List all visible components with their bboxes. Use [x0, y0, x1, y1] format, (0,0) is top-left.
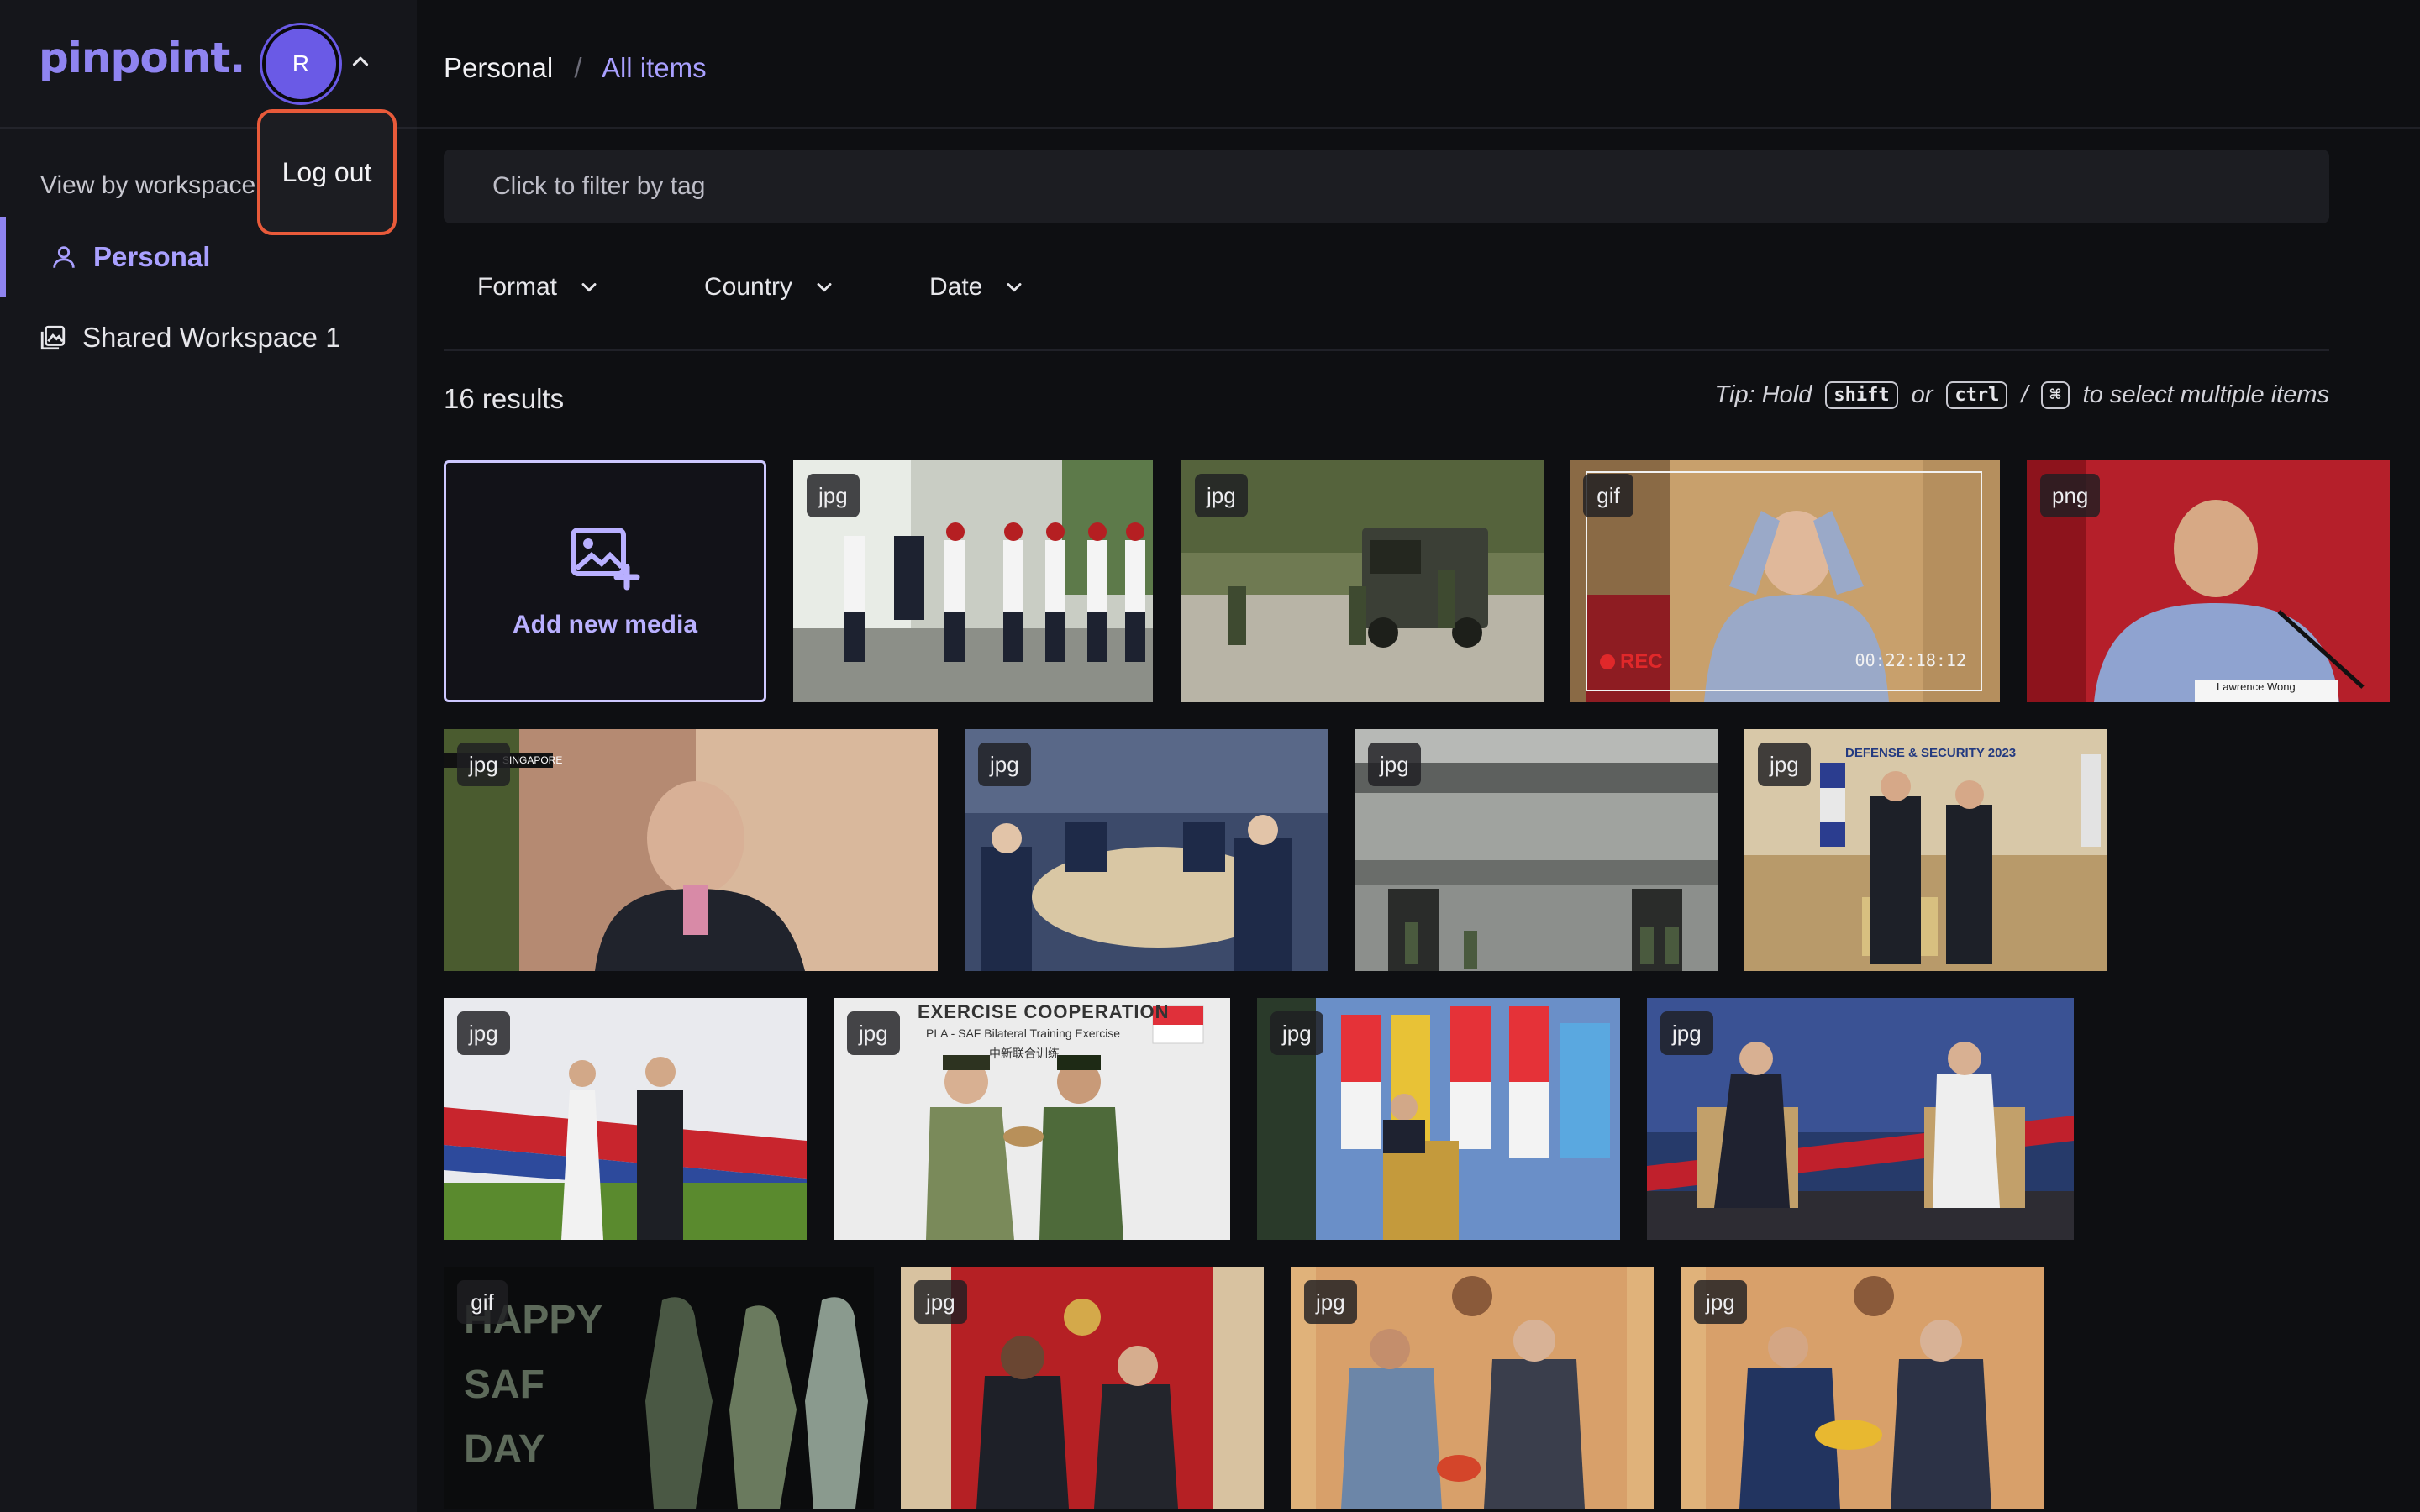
avatar-initial: R — [292, 50, 310, 76]
filter-label: Date — [929, 273, 983, 301]
format-badge: jpg — [978, 743, 1031, 786]
format-badge: jpg — [1270, 1011, 1323, 1055]
sidebar-item-label: Personal — [93, 241, 211, 272]
date-filter-dropdown[interactable]: Date — [929, 260, 1026, 314]
tip-slash: / — [2021, 381, 2028, 408]
overlay-subtitle: PLA - SAF Bilateral Training Exercise — [926, 1026, 1121, 1040]
media-tile[interactable]: DEFENSE & SECURITY 2023 jpg — [1744, 729, 2107, 971]
media-tile[interactable]: jpg — [1291, 1267, 1654, 1509]
ctrl-key: ctrl — [1946, 381, 2008, 409]
user-avatar[interactable]: R — [262, 25, 339, 102]
chevron-down-icon — [1007, 283, 1022, 292]
breadcrumb-separator: / — [574, 52, 582, 83]
media-tile[interactable]: EXERCISE COOPERATION PLA - SAF Bilateral… — [834, 998, 1230, 1240]
format-badge: jpg — [1368, 743, 1421, 786]
logout-menu-item[interactable]: Log out — [257, 109, 397, 235]
sidebar-item-shared-workspace[interactable]: Shared Workspace 1 — [0, 297, 417, 378]
format-badge: jpg — [847, 1011, 900, 1055]
filter-label: Country — [704, 273, 793, 301]
media-tile[interactable]: jpg — [1181, 460, 1544, 702]
shift-key: shift — [1825, 381, 1898, 409]
media-tile[interactable]: jpg — [793, 460, 1153, 702]
main-content: Personal / All items Click to filter by … — [417, 0, 2420, 1512]
format-badge: jpg — [457, 743, 510, 786]
media-tile[interactable]: jpg — [901, 1267, 1264, 1509]
media-tile[interactable]: REC 00:22:18:12 gif — [1570, 460, 2000, 702]
add-image-icon — [571, 528, 640, 591]
media-tile[interactable]: jpg — [1257, 998, 1620, 1240]
format-filter-dropdown[interactable]: Format — [477, 260, 601, 314]
overlay-title: EXERCISE COOPERATION — [918, 1001, 1170, 1022]
tag-filter-input[interactable]: Click to filter by tag — [444, 150, 2329, 223]
format-badge: jpg — [1694, 1280, 1747, 1324]
workspace-section-label: View by workspace — [40, 171, 256, 199]
user-icon — [53, 246, 75, 268]
breadcrumb: Personal / All items — [444, 52, 707, 84]
format-badge: jpg — [1660, 1011, 1713, 1055]
media-tile[interactable]: HAPPY SAF DAY gif — [444, 1267, 874, 1509]
format-badge: jpg — [1195, 474, 1248, 517]
gallery-icon — [40, 325, 66, 350]
filter-bar: Format Country Date — [444, 260, 2329, 314]
country-filter-dropdown[interactable]: Country — [704, 260, 836, 314]
media-tile[interactable]: SINGAPORE jpg — [444, 729, 938, 971]
media-tile[interactable]: Lawrence Wong png — [2027, 460, 2390, 702]
chevron-up-icon[interactable] — [348, 49, 373, 74]
nameplate-text: Lawrence Wong — [2217, 680, 2296, 693]
format-badge: png — [2040, 474, 2101, 517]
format-badge: jpg — [1304, 1280, 1357, 1324]
add-new-media-button[interactable]: Add new media — [444, 460, 766, 702]
page-header: Personal / All items — [417, 0, 2420, 129]
media-tile[interactable]: jpg — [444, 998, 807, 1240]
chevron-down-icon — [581, 283, 597, 292]
sidebar-item-label: Shared Workspace 1 — [82, 322, 341, 353]
overlay-chinese: 中新联合训练 — [989, 1047, 1060, 1060]
tip-prefix: Tip: Hold — [1714, 381, 1812, 408]
multiselect-tip: Tip: Hold shift or ctrl / ⌘ to select mu… — [1715, 381, 2329, 409]
media-tile[interactable]: jpg — [1355, 729, 1718, 971]
media-tile[interactable]: jpg — [965, 729, 1328, 971]
logout-label: Log out — [281, 156, 372, 187]
chevron-down-icon — [817, 283, 832, 292]
format-badge: jpg — [807, 474, 860, 517]
app-logo[interactable]: pinpoint. — [39, 34, 245, 82]
format-badge: jpg — [914, 1280, 967, 1324]
media-tile[interactable]: jpg — [1647, 998, 2074, 1240]
tip-or: or — [1911, 381, 1933, 408]
format-badge: jpg — [457, 1011, 510, 1055]
add-new-media-label: Add new media — [512, 611, 698, 638]
timecode: 00:22:18:12 — [1854, 650, 1966, 670]
breadcrumb-current: All items — [601, 52, 707, 83]
media-tile[interactable]: jpg — [1681, 1267, 2044, 1509]
format-badge: gif — [457, 1280, 508, 1324]
format-badge: jpg — [1758, 743, 1811, 786]
tag-filter-placeholder: Click to filter by tag — [492, 172, 706, 200]
breadcrumb-home[interactable]: Personal — [444, 52, 553, 83]
rec-label: REC — [1620, 650, 1663, 673]
format-badge: gif — [1583, 474, 1634, 517]
filter-label: Format — [477, 273, 558, 301]
overlay-text: SINGAPORE — [502, 754, 563, 766]
filter-divider — [444, 349, 2329, 351]
overlay-text: DEFENSE & SECURITY 2023 — [1845, 746, 2017, 760]
tip-suffix: to select multiple items — [2082, 381, 2329, 408]
results-count: 16 results — [444, 383, 565, 414]
cmd-key: ⌘ — [2041, 381, 2070, 409]
